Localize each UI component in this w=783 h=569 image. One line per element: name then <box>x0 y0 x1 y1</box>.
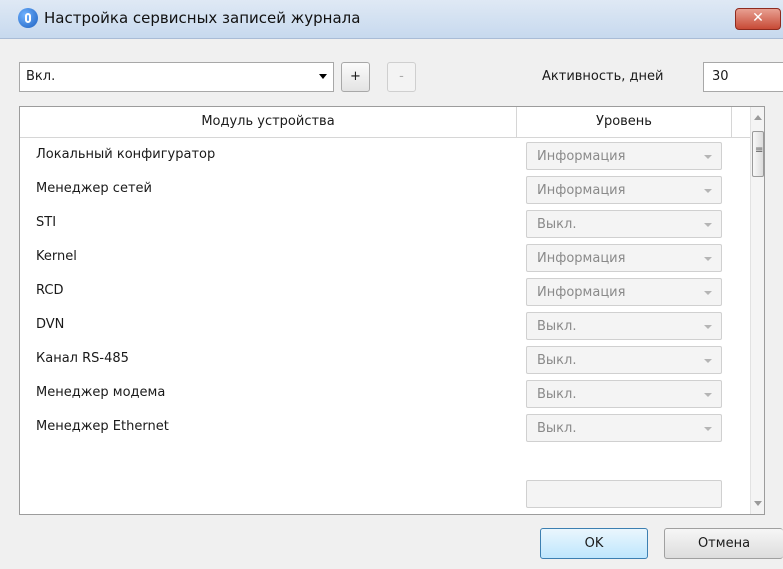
level-value: Выкл. <box>537 319 577 334</box>
chevron-down-icon <box>704 189 712 193</box>
level-value: Информация <box>537 285 626 300</box>
level-dropdown[interactable]: Выкл. <box>526 380 722 408</box>
module-name: RCD <box>36 283 64 298</box>
level-dropdown[interactable]: Информация <box>526 142 722 170</box>
table-row: Менеджер Ethernet Выкл. <box>20 410 750 444</box>
scrollbar-thumb[interactable] <box>752 131 764 177</box>
chevron-down-icon <box>704 359 712 363</box>
activity-days-label: Активность, дней <box>542 69 664 84</box>
level-dropdown[interactable]: Выкл. <box>526 210 722 238</box>
module-name: Менеджер модема <box>36 385 166 400</box>
column-header-module[interactable]: Модуль устройства <box>20 107 517 137</box>
close-icon: ✕ <box>752 10 764 26</box>
chevron-down-icon <box>704 427 712 431</box>
ok-button[interactable]: OK <box>540 528 648 559</box>
remove-button[interactable]: - <box>387 62 416 92</box>
level-dropdown[interactable]: Выкл. <box>526 346 722 374</box>
title-bar: Настройка сервисных записей журнала ✕ <box>0 0 783 39</box>
level-value: Выкл. <box>537 217 577 232</box>
table-header: Модуль устройства Уровень <box>20 107 750 138</box>
chevron-down-icon <box>704 291 712 295</box>
activity-days-value: 30 <box>712 69 729 84</box>
app-icon <box>18 8 38 28</box>
activity-days-input[interactable]: 30 <box>703 62 783 92</box>
modules-table: Модуль устройства Уровень Локальный конф… <box>19 106 765 515</box>
level-value: Информация <box>537 183 626 198</box>
vertical-scrollbar[interactable] <box>750 107 764 514</box>
scroll-up-icon[interactable] <box>754 115 762 120</box>
level-dropdown[interactable]: Информация <box>526 176 722 204</box>
module-name: Менеджер сетей <box>36 181 152 196</box>
level-value: Выкл. <box>537 387 577 402</box>
level-dropdown[interactable] <box>526 480 722 508</box>
table-row: RCD Информация <box>20 274 750 308</box>
chevron-down-icon <box>704 325 712 329</box>
table-row: Канал RS-485 Выкл. <box>20 342 750 376</box>
cancel-button[interactable]: Отмена <box>664 528 783 559</box>
table-row: Менеджер модема Выкл. <box>20 376 750 410</box>
level-dropdown[interactable]: Выкл. <box>526 414 722 442</box>
module-name: DVN <box>36 317 65 332</box>
window-title: Настройка сервисных записей журнала <box>44 9 361 27</box>
level-value: Информация <box>537 251 626 266</box>
module-name: Kernel <box>36 249 77 264</box>
level-value: Выкл. <box>537 353 577 368</box>
chevron-down-icon <box>704 155 712 159</box>
add-button[interactable]: + <box>341 62 370 92</box>
level-dropdown[interactable]: Информация <box>526 278 722 306</box>
table-row: STI Выкл. <box>20 206 750 240</box>
module-name: Локальный конфигуратор <box>36 147 216 162</box>
scroll-down-icon[interactable] <box>754 501 762 506</box>
chevron-down-icon <box>704 257 712 261</box>
module-name: Менеджер Ethernet <box>36 419 169 434</box>
level-value: Информация <box>537 149 626 164</box>
dialog-window: Настройка сервисных записей журнала ✕ Вк… <box>0 0 783 569</box>
table-row-partial <box>20 444 750 508</box>
close-button[interactable]: ✕ <box>735 8 781 30</box>
table-row: DVN Выкл. <box>20 308 750 342</box>
state-dropdown[interactable]: Вкл. <box>19 62 334 92</box>
module-name: STI <box>36 215 57 230</box>
table-row: Kernel Информация <box>20 240 750 274</box>
chevron-down-icon <box>319 74 327 79</box>
column-header-level[interactable]: Уровень <box>517 107 732 137</box>
table-row: Менеджер сетей Информация <box>20 172 750 206</box>
level-dropdown[interactable]: Выкл. <box>526 312 722 340</box>
level-value: Выкл. <box>537 421 577 436</box>
state-dropdown-value: Вкл. <box>26 69 56 84</box>
module-name: Канал RS-485 <box>36 351 129 366</box>
chevron-down-icon <box>704 393 712 397</box>
level-dropdown[interactable]: Информация <box>526 244 722 272</box>
table-row: Локальный конфигуратор Информация <box>20 138 750 172</box>
chevron-down-icon <box>704 223 712 227</box>
